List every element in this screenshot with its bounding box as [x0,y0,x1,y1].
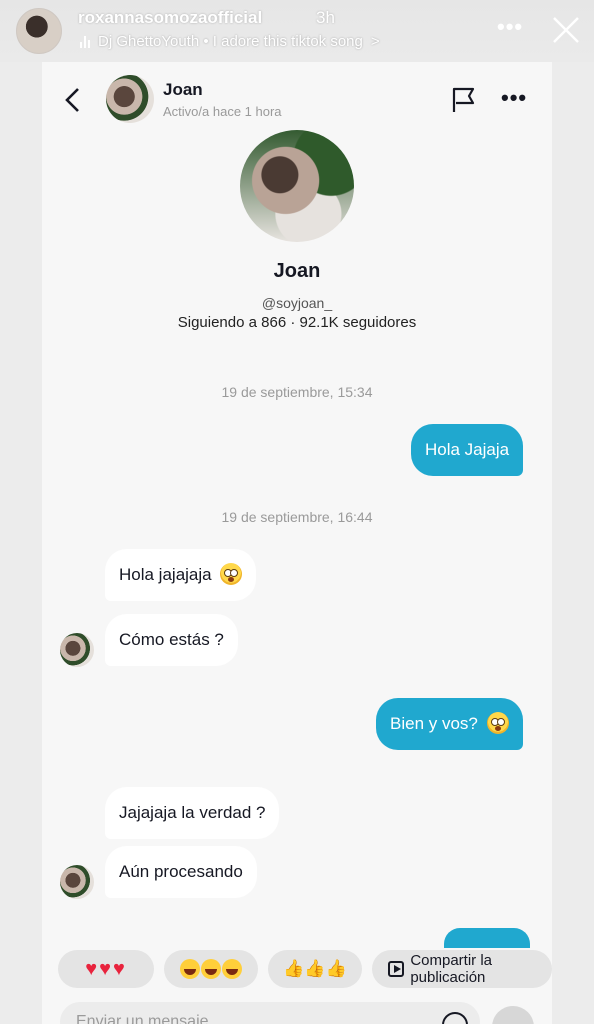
sent-message[interactable]: Hola Jajaja [411,424,524,476]
contact-status: Activo/a hace 1 hora [163,104,282,119]
message-text: Aún procesando [119,862,243,881]
message-text: Jajajaja la verdad ? [119,803,266,822]
laugh-reaction-button[interactable] [164,950,258,988]
contact-avatar-small[interactable] [60,865,94,899]
back-arrow-icon[interactable] [62,86,84,114]
music-title: Dj GhettoYouth • I adore this tiktok son… [98,33,363,50]
contact-avatar[interactable] [106,75,154,123]
video-icon [388,961,405,977]
flushed-emoji-icon [220,562,243,585]
profile-avatar[interactable] [240,130,354,242]
share-post-button[interactable]: Compartir la publicación [372,950,552,988]
story-username[interactable]: roxannasomozaofficial [78,8,262,28]
message-timestamp: 19 de septiembre, 15:34 [221,384,373,400]
profile-name: Joan [273,260,321,282]
story-time: 3h [316,8,335,27]
sent-message[interactable]: Bien y vos? [376,698,523,750]
laughing-emoji-icon [222,959,242,979]
more-options-button[interactable]: ••• [501,85,527,111]
story-avatar[interactable] [16,8,62,54]
flushed-emoji-icon [486,711,509,734]
received-message[interactable]: Hola jajajaja [105,549,257,601]
sent-message-partial[interactable] [444,928,530,948]
received-message[interactable]: Aún procesando [105,846,257,898]
thumbs-up-icon: 👍👍👍 [283,959,347,978]
share-post-label: Compartir la publicación [410,952,493,986]
profile-handle: @soyjoan_ [261,295,333,311]
received-message[interactable]: Cómo estás ? [105,614,238,666]
story-music[interactable]: Dj GhettoYouth • I adore this tiktok son… [80,33,380,50]
heart-icon: ♥♥♥ [85,957,127,980]
message-timestamp: 19 de septiembre, 16:44 [221,509,373,525]
quick-reactions: ♥♥♥ 👍👍👍 Compartir la publicación [58,950,552,988]
profile-stats: Siguiendo a 866 · 92.1K seguidores [177,314,417,331]
message-text: Cómo estás ? [119,630,224,649]
chevron-right-icon: > [370,33,380,50]
message-text: Hola jajajaja [119,565,212,584]
hearts-reaction-button[interactable]: ♥♥♥ [58,950,154,988]
message-input[interactable]: Enviar un mensaje [60,1002,480,1024]
flag-icon[interactable] [450,86,478,114]
story-header: roxannasomozaofficial 3h Dj GhettoYouth … [0,0,594,62]
message-text: Bien y vos? [390,714,478,733]
music-bars-icon [80,35,90,48]
close-icon[interactable] [550,14,582,46]
story-more-button[interactable]: ••• [497,14,523,40]
laughing-emoji-icon [180,959,200,979]
contact-avatar-small[interactable] [60,633,94,667]
laughing-emoji-icon [201,959,221,979]
received-message[interactable]: Jajajaja la verdad ? [105,787,280,839]
thumbs-reaction-button[interactable]: 👍👍👍 [268,950,362,988]
contact-name[interactable]: Joan [163,80,203,100]
message-text: Hola Jajaja [425,440,510,459]
